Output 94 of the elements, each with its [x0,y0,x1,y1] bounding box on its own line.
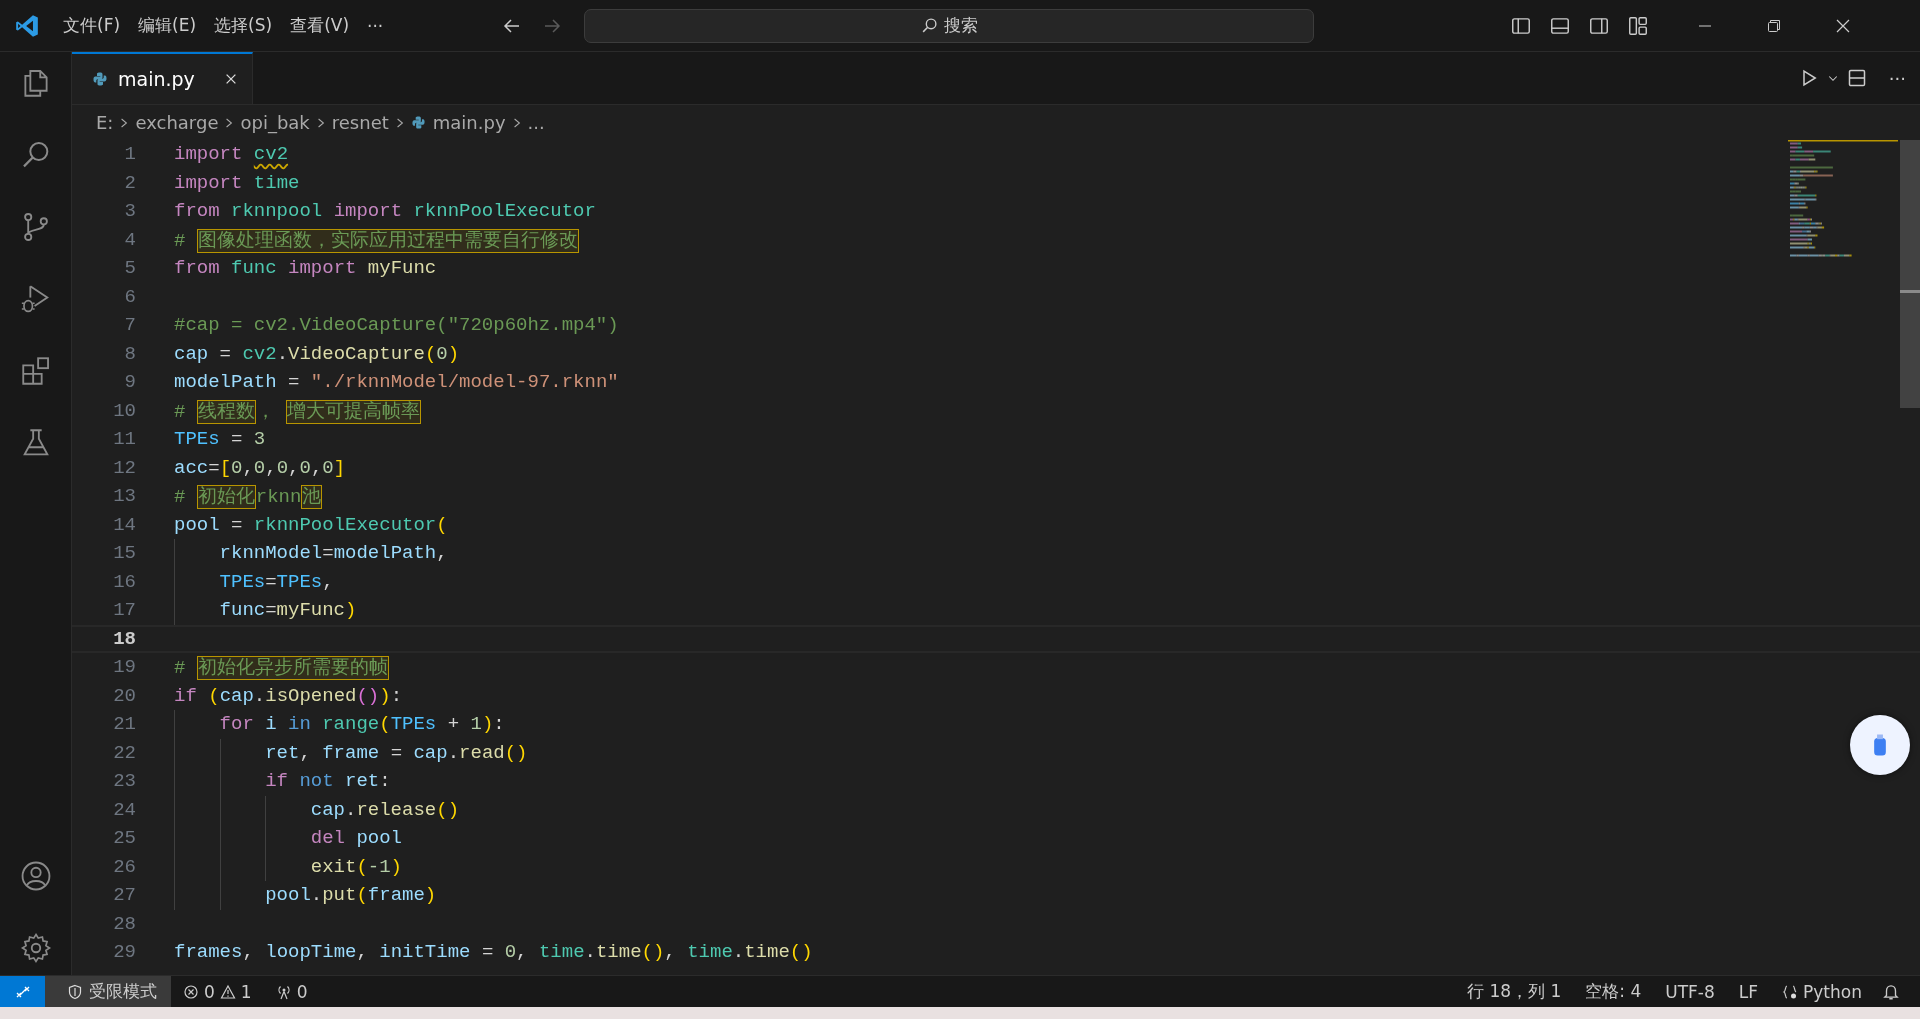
line-ending-button[interactable]: LF [1726,981,1771,1002]
floating-widget-button[interactable] [1850,715,1910,775]
code-line: import time [174,171,300,194]
line-number: 23 [112,770,136,793]
code-line: rknnModel=modelPath, [219,542,448,565]
notifications-bell-icon[interactable] [1882,982,1900,1001]
code-line: exit(-1) [310,855,402,878]
line-number: 3 [123,200,136,223]
editor-tab[interactable]: main.py [72,52,253,104]
code-line: # 初始化rknn池 [174,484,323,510]
menu-item[interactable]: 编辑(E) [129,14,206,37]
breadcrumb-item[interactable]: opi_bak [240,112,310,133]
line-number: 27 [112,884,136,907]
python-file-icon [92,71,108,87]
line-number: 9 [123,371,136,394]
line-number: 25 [112,827,136,850]
search-icon [920,17,938,34]
line-number: 19 [112,656,136,679]
menu-item[interactable]: 查看(V) [281,14,359,37]
code-line: cap = cv2.VideoCapture(0) [174,342,460,365]
code-line: pool.put(frame) [265,884,437,907]
line-number: 13 [112,485,136,508]
braces-icon [1782,983,1799,1000]
line-number: 26 [112,855,136,878]
line-number: 15 [112,542,136,565]
line-number: 7 [123,314,136,337]
breadcrumb-item[interactable]: ... [527,112,545,133]
code-line: # 线程数， 增大可提高帧率 [174,398,422,424]
restricted-mode-button[interactable]: 受限模式 [45,976,171,1007]
code-line: for i in range(TPEs + 1): [219,713,505,736]
line-number: 22 [112,741,136,764]
code-line: from func import myFunc [174,257,437,280]
code-line: from rknnpool import rknnPoolExecutor [174,200,596,223]
line-number: 5 [123,257,136,280]
code-line: #cap = cv2.VideoCapture("720p60hz.mp4") [174,314,619,337]
code-line: if not ret: [265,770,391,793]
code-line: # 图像处理函数，实际应用过程中需要自行修改 [174,227,579,253]
more-menu[interactable]: ··· [358,15,393,36]
ports-button[interactable]: 0 [263,981,320,1002]
line-number: 4 [123,228,136,251]
code-line: del pool [310,827,402,850]
line-number: 16 [112,570,136,593]
code-line: frames, loopTime, initTime = 0, time.time(), time.time() [174,941,813,964]
search-box[interactable]: 搜索 [584,8,1315,43]
code-line: modelPath = "./rknnModel/model-97.rknn" [174,371,619,394]
close-icon[interactable] [1835,17,1852,34]
code-line: pool = rknnPoolExecutor( [174,513,448,536]
shield-icon [67,983,83,1000]
line-number: 24 [112,798,136,821]
code-line: cap.release() [310,798,460,821]
code-line: import cv2 [174,143,289,166]
menu-item[interactable]: 选择(S) [205,14,282,37]
warning-icon [219,983,236,1000]
line-number: 11 [112,428,136,451]
broadcast-icon [275,983,292,1000]
line-number: 1 [123,143,136,166]
code-line: TPEs = 3 [174,428,266,451]
code-line: if (cap.isOpened()): [174,684,403,707]
menu-item[interactable]: 文件(F) [54,14,130,37]
scrollbar[interactable] [1900,140,1920,408]
breadcrumb-item[interactable]: excharge [135,112,219,133]
line-number: 6 [123,285,136,308]
line-number: 18 [112,627,136,650]
close-icon[interactable] [224,72,238,86]
language-mode-button[interactable]: Python [1770,981,1874,1002]
line-number: 21 [112,713,136,736]
code-line: acc=[0,0,0,0,0] [174,456,346,479]
split-editor-icon[interactable] [1846,68,1867,88]
encoding-button[interactable]: UTF-8 [1653,981,1727,1002]
code-line: ret, frame = cap.read() [265,741,528,764]
line-number: 2 [123,171,136,194]
line-number: 10 [112,399,136,422]
line-number: 20 [112,684,136,707]
code-line: func=myFunc) [219,599,357,622]
line-number: 29 [112,941,136,964]
layout-grid-icon[interactable] [1627,14,1650,37]
code-line: TPEs=TPEs, [219,570,334,593]
problems-button[interactable]: 0 1 [171,981,264,1002]
line-number: 14 [112,513,136,536]
more-actions-button[interactable]: ··· [1888,67,1906,89]
python-file-icon [410,115,426,130]
error-icon [183,983,199,1000]
indentation-button[interactable]: 空格: 4 [1573,980,1654,1003]
app-logo-icon [14,12,40,39]
restore-icon[interactable] [1766,17,1783,34]
line-number: 8 [123,342,136,365]
breadcrumb-item[interactable]: E: [96,112,114,133]
line-number: 28 [112,912,136,935]
code-line: # 初始化异步所需要的帧 [174,655,389,681]
breadcrumb-item[interactable]: main.py [432,112,506,133]
line-number: 12 [112,456,136,479]
cursor-position-button[interactable]: 行 18，列 1 [1455,980,1574,1003]
breadcrumb-item[interactable]: resnet [331,112,389,133]
line-number: 17 [112,599,136,622]
